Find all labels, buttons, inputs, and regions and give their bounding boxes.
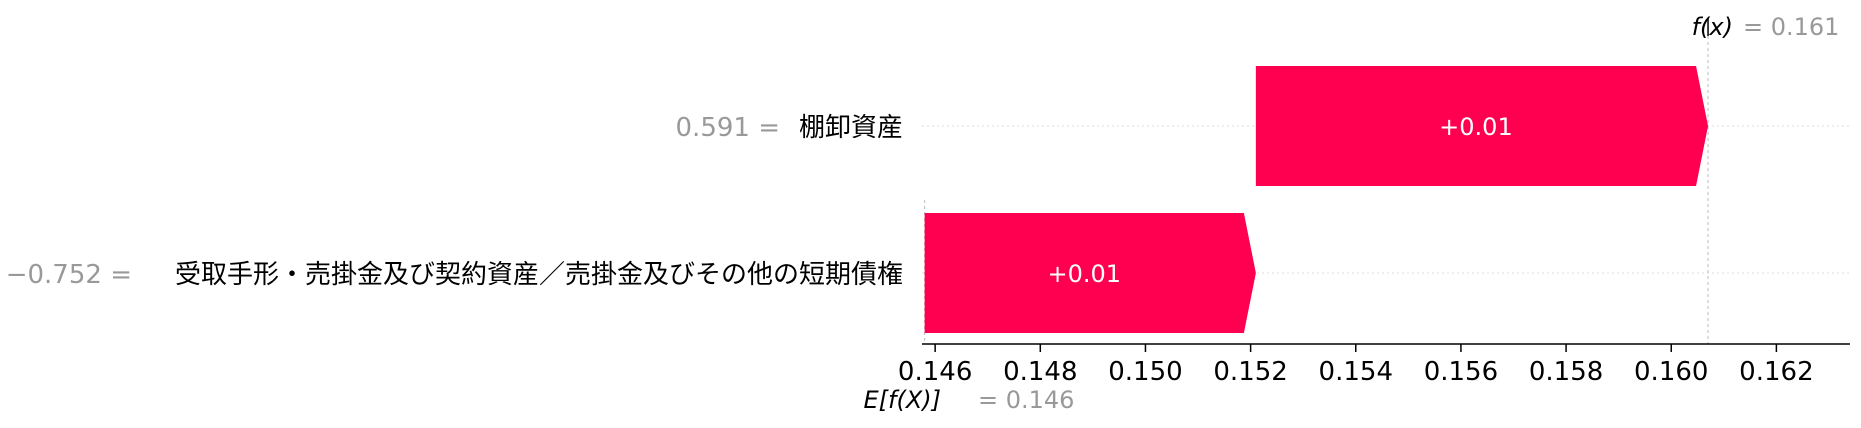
feature-1-value: −0.752 = bbox=[6, 260, 132, 290]
feature-0-name: 棚卸資産 bbox=[799, 113, 903, 143]
x-tick-label-5: 0.156 bbox=[1424, 357, 1498, 387]
bar-label-0: +0.01 bbox=[1439, 113, 1513, 141]
base-value-value: = 0.146 bbox=[978, 386, 1074, 414]
fx-label: f(x) bbox=[1692, 13, 1733, 41]
x-tick-label-8: 0.162 bbox=[1739, 357, 1813, 387]
x-tick-label-6: 0.158 bbox=[1529, 357, 1603, 387]
x-tick-label-0: 0.146 bbox=[898, 357, 972, 387]
x-tick-label-4: 0.154 bbox=[1319, 357, 1393, 387]
fx-value: = 0.161 bbox=[1743, 13, 1839, 41]
x-tick-label-7: 0.160 bbox=[1634, 357, 1708, 387]
feature-1-name: 受取手形・売掛金及び契約資産／売掛金及びその他の短期債権 bbox=[175, 260, 903, 290]
waterfall-chart: f(x) = 0.161 0.591 = 棚卸資産 −0.752 = 受取手形・… bbox=[6, 13, 1850, 414]
x-tick-label-2: 0.150 bbox=[1108, 357, 1182, 387]
x-tick-label-3: 0.152 bbox=[1213, 357, 1287, 387]
base-value-label: E[f(X)] bbox=[863, 386, 941, 414]
bar-label-1: +0.01 bbox=[1047, 260, 1121, 288]
feature-0-value: 0.591 = bbox=[676, 113, 780, 143]
x-tick-label-1: 0.148 bbox=[1003, 357, 1077, 387]
